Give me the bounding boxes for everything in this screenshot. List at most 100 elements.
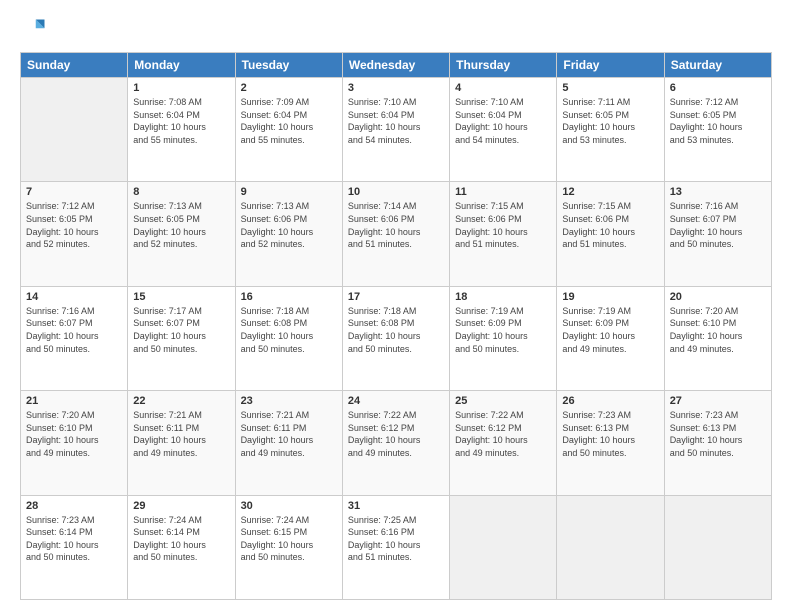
calendar-week-row: 7 Sunrise: 7:12 AM Sunset: 6:05 PM Daylig… <box>21 182 772 286</box>
calendar-cell <box>450 495 557 599</box>
day-info: Sunrise: 7:09 AM Sunset: 6:04 PM Dayligh… <box>241 96 337 146</box>
day-number: 19 <box>562 291 658 303</box>
calendar-cell: 7 Sunrise: 7:12 AM Sunset: 6:05 PM Daylig… <box>21 182 128 286</box>
day-number: 31 <box>348 500 444 512</box>
day-info: Sunrise: 7:13 AM Sunset: 6:06 PM Dayligh… <box>241 200 337 250</box>
calendar-cell: 11Sunrise: 7:15 AM Sunset: 6:06 PM Dayli… <box>450 182 557 286</box>
calendar-cell: 19 Sunrise: 7:19 AM Sunset: 6:09 PM Dayli… <box>557 286 664 390</box>
calendar-header-day: Tuesday <box>235 53 342 78</box>
day-info: Sunrise: 7:23 AM Sunset: 6:14 PM Dayligh… <box>26 514 122 564</box>
day-number: 27 <box>670 395 766 407</box>
day-number: 12 <box>562 186 658 198</box>
calendar-cell: 15 Sunrise: 7:17 AM Sunset: 6:07 PM Dayli… <box>128 286 235 390</box>
day-info: Sunrise: 7:19 AM Sunset: 6:09 PM Dayligh… <box>562 305 658 355</box>
day-info: Sunrise: 7:20 AM Sunset: 6:10 PM Dayligh… <box>26 409 122 459</box>
calendar-header-day: Friday <box>557 53 664 78</box>
calendar-cell: 17 Sunrise: 7:18 AM Sunset: 6:08 PM Dayli… <box>342 286 449 390</box>
calendar-cell: 3 Sunrise: 7:10 AM Sunset: 6:04 PM Daylig… <box>342 78 449 182</box>
calendar-week-row: 1 Sunrise: 7:08 AM Sunset: 6:04 PM Daylig… <box>21 78 772 182</box>
calendar-cell: 23 Sunrise: 7:21 AM Sunset: 6:11 PM Dayli… <box>235 391 342 495</box>
calendar-cell: 25 Sunrise: 7:22 AM Sunset: 6:12 PM Dayli… <box>450 391 557 495</box>
day-number: 2 <box>241 82 337 94</box>
day-number: 4 <box>455 82 551 94</box>
day-info: Sunrise: 7:08 AM Sunset: 6:04 PM Dayligh… <box>133 96 229 146</box>
day-info: Sunrise: 7:14 AM Sunset: 6:06 PM Dayligh… <box>348 200 444 250</box>
day-info: Sunrise: 7:23 AM Sunset: 6:13 PM Dayligh… <box>670 409 766 459</box>
day-number: 6 <box>670 82 766 94</box>
calendar-cell: 2 Sunrise: 7:09 AM Sunset: 6:04 PM Daylig… <box>235 78 342 182</box>
day-info: Sunrise: 7:18 AM Sunset: 6:08 PM Dayligh… <box>348 305 444 355</box>
calendar-header-day: Wednesday <box>342 53 449 78</box>
day-number: 17 <box>348 291 444 303</box>
day-info: Sunrise: 7:21 AM Sunset: 6:11 PM Dayligh… <box>241 409 337 459</box>
day-info: Sunrise: 7:11 AM Sunset: 6:05 PM Dayligh… <box>562 96 658 146</box>
day-number: 24 <box>348 395 444 407</box>
calendar-cell: 1 Sunrise: 7:08 AM Sunset: 6:04 PM Daylig… <box>128 78 235 182</box>
day-info: Sunrise: 7:21 AM Sunset: 6:11 PM Dayligh… <box>133 409 229 459</box>
day-number: 5 <box>562 82 658 94</box>
day-number: 28 <box>26 500 122 512</box>
day-info: Sunrise: 7:12 AM Sunset: 6:05 PM Dayligh… <box>26 200 122 250</box>
day-number: 9 <box>241 186 337 198</box>
day-info: Sunrise: 7:24 AM Sunset: 6:14 PM Dayligh… <box>133 514 229 564</box>
calendar-cell <box>21 78 128 182</box>
day-info: Sunrise: 7:23 AM Sunset: 6:13 PM Dayligh… <box>562 409 658 459</box>
calendar-week-row: 21 Sunrise: 7:20 AM Sunset: 6:10 PM Dayli… <box>21 391 772 495</box>
day-info: Sunrise: 7:22 AM Sunset: 6:12 PM Dayligh… <box>348 409 444 459</box>
calendar-cell: 28 Sunrise: 7:23 AM Sunset: 6:14 PM Dayli… <box>21 495 128 599</box>
day-number: 10 <box>348 186 444 198</box>
day-info: Sunrise: 7:13 AM Sunset: 6:05 PM Dayligh… <box>133 200 229 250</box>
day-number: 8 <box>133 186 229 198</box>
calendar-cell: 20Sunrise: 7:20 AM Sunset: 6:10 PM Dayli… <box>664 286 771 390</box>
calendar-cell: 21 Sunrise: 7:20 AM Sunset: 6:10 PM Dayli… <box>21 391 128 495</box>
day-number: 13 <box>670 186 766 198</box>
day-number: 21 <box>26 395 122 407</box>
day-number: 18 <box>455 291 551 303</box>
day-info: Sunrise: 7:12 AM Sunset: 6:05 PM Dayligh… <box>670 96 766 146</box>
day-number: 22 <box>133 395 229 407</box>
calendar-cell: 27 Sunrise: 7:23 AM Sunset: 6:13 PM Dayli… <box>664 391 771 495</box>
calendar-cell: 6 Sunrise: 7:12 AM Sunset: 6:05 PM Daylig… <box>664 78 771 182</box>
day-info: Sunrise: 7:20 AM Sunset: 6:10 PM Dayligh… <box>670 305 766 355</box>
calendar-header-day: Monday <box>128 53 235 78</box>
header <box>20 16 772 44</box>
day-info: Sunrise: 7:19 AM Sunset: 6:09 PM Dayligh… <box>455 305 551 355</box>
logo-icon <box>20 16 48 44</box>
day-number: 16 <box>241 291 337 303</box>
calendar-cell: 16Sunrise: 7:18 AM Sunset: 6:08 PM Dayli… <box>235 286 342 390</box>
day-number: 1 <box>133 82 229 94</box>
calendar-cell: 18 Sunrise: 7:19 AM Sunset: 6:09 PM Dayli… <box>450 286 557 390</box>
day-number: 3 <box>348 82 444 94</box>
calendar-cell: 10 Sunrise: 7:14 AM Sunset: 6:06 PM Dayli… <box>342 182 449 286</box>
calendar-cell: 4 Sunrise: 7:10 AM Sunset: 6:04 PM Daylig… <box>450 78 557 182</box>
calendar-cell: 26Sunrise: 7:23 AM Sunset: 6:13 PM Dayli… <box>557 391 664 495</box>
calendar-cell: 9 Sunrise: 7:13 AM Sunset: 6:06 PM Daylig… <box>235 182 342 286</box>
day-info: Sunrise: 7:10 AM Sunset: 6:04 PM Dayligh… <box>455 96 551 146</box>
calendar-cell: 12 Sunrise: 7:15 AM Sunset: 6:06 PM Dayli… <box>557 182 664 286</box>
day-info: Sunrise: 7:16 AM Sunset: 6:07 PM Dayligh… <box>670 200 766 250</box>
day-number: 15 <box>133 291 229 303</box>
calendar-cell: 8 Sunrise: 7:13 AM Sunset: 6:05 PM Daylig… <box>128 182 235 286</box>
day-number: 25 <box>455 395 551 407</box>
calendar-cell: 22 Sunrise: 7:21 AM Sunset: 6:11 PM Dayli… <box>128 391 235 495</box>
day-number: 11 <box>455 186 551 198</box>
day-number: 7 <box>26 186 122 198</box>
day-info: Sunrise: 7:10 AM Sunset: 6:04 PM Dayligh… <box>348 96 444 146</box>
calendar-header-day: Sunday <box>21 53 128 78</box>
page: SundayMondayTuesdayWednesdayThursdayFrid… <box>0 0 792 612</box>
day-info: Sunrise: 7:17 AM Sunset: 6:07 PM Dayligh… <box>133 305 229 355</box>
day-number: 23 <box>241 395 337 407</box>
day-info: Sunrise: 7:25 AM Sunset: 6:16 PM Dayligh… <box>348 514 444 564</box>
calendar-table: SundayMondayTuesdayWednesdayThursdayFrid… <box>20 52 772 600</box>
calendar-cell: 13 Sunrise: 7:16 AM Sunset: 6:07 PM Dayli… <box>664 182 771 286</box>
calendar-header-day: Thursday <box>450 53 557 78</box>
calendar-cell <box>664 495 771 599</box>
calendar-cell: 30Sunrise: 7:24 AM Sunset: 6:15 PM Dayli… <box>235 495 342 599</box>
calendar-cell: 24 Sunrise: 7:22 AM Sunset: 6:12 PM Dayli… <box>342 391 449 495</box>
day-info: Sunrise: 7:15 AM Sunset: 6:06 PM Dayligh… <box>562 200 658 250</box>
day-info: Sunrise: 7:22 AM Sunset: 6:12 PM Dayligh… <box>455 409 551 459</box>
day-info: Sunrise: 7:16 AM Sunset: 6:07 PM Dayligh… <box>26 305 122 355</box>
calendar-header-day: Saturday <box>664 53 771 78</box>
calendar-cell: 29Sunrise: 7:24 AM Sunset: 6:14 PM Dayli… <box>128 495 235 599</box>
day-number: 14 <box>26 291 122 303</box>
